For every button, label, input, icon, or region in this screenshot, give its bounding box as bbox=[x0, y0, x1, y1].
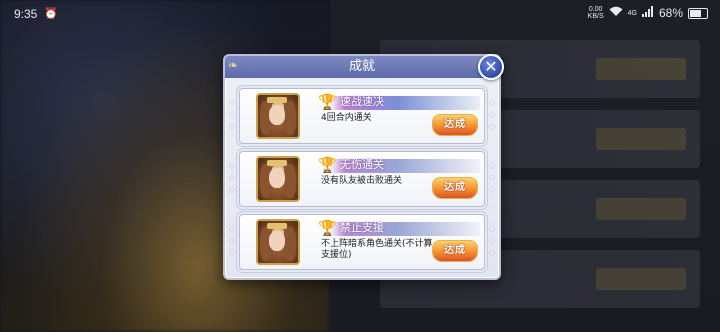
status-time: 9:35 bbox=[14, 7, 38, 21]
ornament-icon: ◇ ◇ ◇ bbox=[228, 98, 236, 132]
achievement-description: 不上阵暗系角色通关(不计算支援位) bbox=[321, 239, 433, 260]
achievement-description: 4回合内通关 bbox=[321, 113, 372, 123]
signal-type: 4G bbox=[627, 9, 637, 17]
wifi-icon bbox=[609, 6, 623, 20]
character-portrait bbox=[256, 219, 300, 265]
close-icon: ✕ bbox=[484, 57, 498, 76]
status-bar: 9:35 ⏰ 0.00 KB/S 4G 68% bbox=[0, 0, 720, 28]
achievement-description: 没有队友被击败通关 bbox=[321, 176, 403, 186]
ornament-icon: ◇ ◇ ◇ bbox=[228, 161, 236, 195]
achievement-name: 速战速决 bbox=[340, 95, 384, 108]
achieved-stamp: 达成 bbox=[432, 114, 478, 136]
character-portrait bbox=[256, 93, 300, 139]
alarm-clock-icon: ⏰ bbox=[44, 7, 58, 20]
trophy-icon: 🏆 bbox=[318, 156, 337, 174]
ornament-icon: ◇ ◇ ◇ bbox=[488, 98, 496, 132]
dialog-title: 成就 bbox=[348, 59, 375, 74]
close-button[interactable]: ✕ bbox=[478, 54, 504, 80]
trophy-icon: 🏆 bbox=[318, 219, 337, 237]
achievements-dialog: ❧ 成就 ✕ ◇ ◇ ◇ ◇ ◇ ◇ 🏆 速战速决 4回合内通关 达成 ◇ ◇ ◇ ◇ ◇ ◇ … bbox=[223, 54, 504, 280]
character-portrait bbox=[256, 156, 300, 202]
ornament-icon: ◇ ◇ ◇ bbox=[228, 224, 236, 258]
signal-strength-icon bbox=[641, 6, 654, 20]
network-speed-value: 0.00 bbox=[588, 6, 603, 13]
ornament-icon: ◇ ◇ ◇ bbox=[488, 161, 496, 195]
achieved-stamp: 达成 bbox=[432, 240, 478, 262]
status-indicators: 0.00 KB/S 4G 68% bbox=[588, 6, 708, 20]
battery-percent: 68% bbox=[658, 6, 683, 20]
trophy-icon: 🏆 bbox=[318, 93, 337, 111]
battery-icon bbox=[688, 7, 708, 19]
achievement-row: ◇ ◇ ◇ ◇ ◇ ◇ 🏆 速战速决 4回合内通关 达成 bbox=[229, 88, 495, 144]
dialog-header: ❧ 成就 bbox=[225, 56, 499, 78]
achievement-row: ◇ ◇ ◇ ◇ ◇ ◇ 🏆 无伤通关 没有队友被击败通关 达成 bbox=[229, 151, 495, 207]
achieved-stamp: 达成 bbox=[432, 177, 478, 199]
achievement-name: 无伤通关 bbox=[340, 158, 384, 171]
ornament-icon: ◇ ◇ ◇ bbox=[488, 224, 496, 258]
network-speed: 0.00 KB/S bbox=[588, 6, 604, 20]
network-speed-unit: KB/S bbox=[587, 13, 604, 20]
achievement-name: 禁止支援 bbox=[340, 221, 384, 234]
achievement-row: ◇ ◇ ◇ ◇ ◇ ◇ 🏆 禁止支援 不上阵暗系角色通关(不计算支援位) 达成 bbox=[229, 214, 495, 270]
